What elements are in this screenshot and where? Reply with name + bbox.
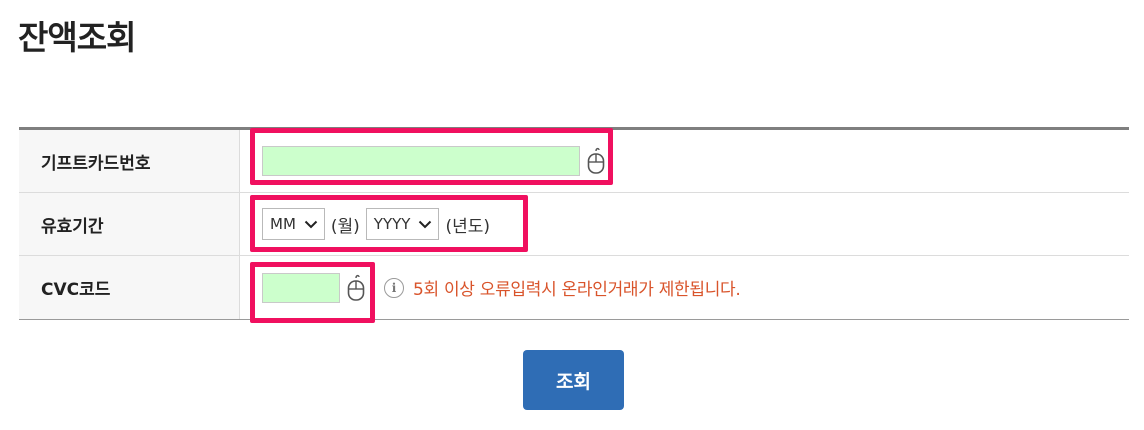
submit-button[interactable]: 조회 bbox=[523, 350, 624, 410]
cvc-notice: i 5회 이상 오류입력시 온라인거래가 제한됩니다. bbox=[384, 275, 741, 300]
card-number-highlight bbox=[250, 128, 613, 185]
cvc-row: CVC코드 i 5회 이상 오류입력시 온라인거래가 제한됩니다. bbox=[19, 256, 1129, 319]
card-number-label: 기프트카드번호 bbox=[19, 130, 240, 192]
cvc-notice-text: 5회 이상 오류입력시 온라인거래가 제한됩니다. bbox=[413, 280, 741, 300]
cvc-label: CVC코드 bbox=[19, 256, 240, 319]
cvc-highlight bbox=[250, 262, 375, 323]
expiry-row: 유효기간 MM (월) YYYY (년도) bbox=[19, 193, 1129, 256]
expiry-label: 유효기간 bbox=[19, 193, 240, 255]
page-title: 잔액조회 bbox=[18, 18, 136, 57]
balance-inquiry-page: 잔액조회 기프트카드번호 유효기간 MM (월) YYYY (년도) CVC코드… bbox=[0, 0, 1144, 430]
expiry-highlight bbox=[250, 195, 528, 252]
info-icon: i bbox=[384, 277, 404, 298]
